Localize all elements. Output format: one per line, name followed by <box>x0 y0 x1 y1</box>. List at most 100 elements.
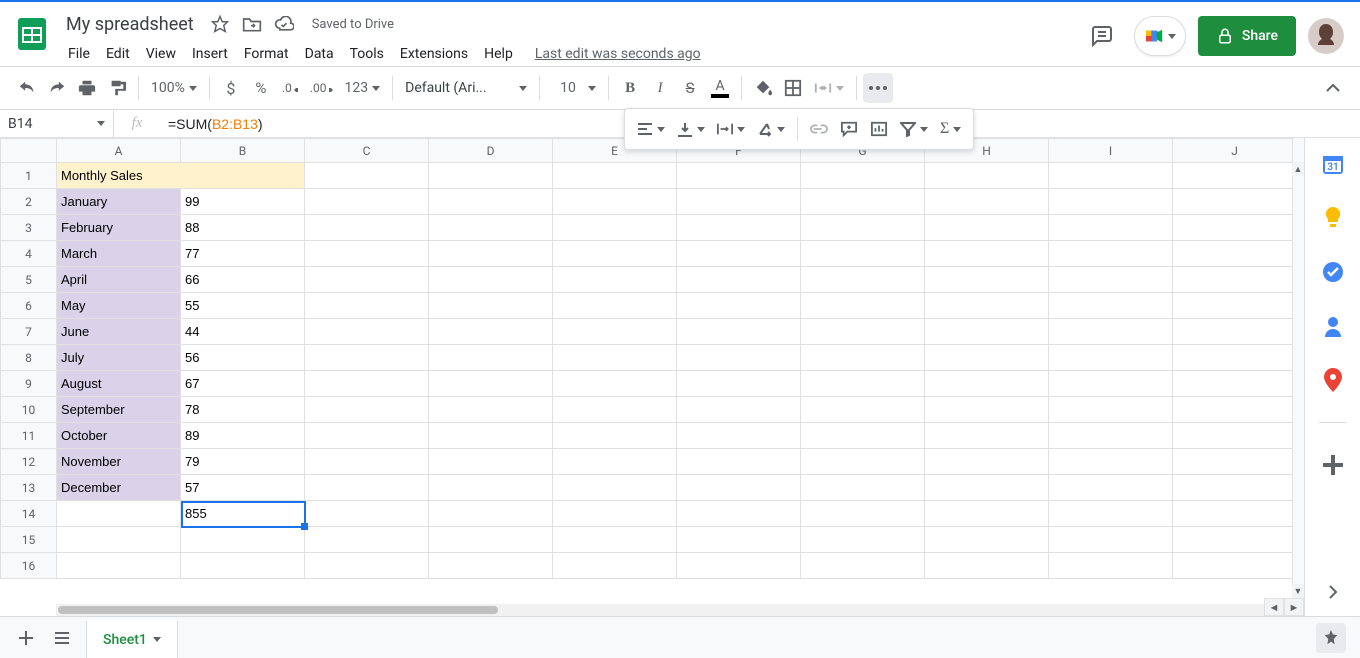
cell[interactable]: 99 <box>181 189 305 215</box>
cell[interactable] <box>925 371 1049 397</box>
comments-button[interactable] <box>1082 16 1122 56</box>
cell[interactable] <box>1049 215 1173 241</box>
cell[interactable] <box>1173 371 1297 397</box>
cell[interactable] <box>305 553 429 579</box>
cell[interactable] <box>305 475 429 501</box>
cell[interactable] <box>1049 475 1173 501</box>
cell[interactable]: March <box>57 241 181 267</box>
cell[interactable] <box>801 475 925 501</box>
cell[interactable] <box>925 345 1049 371</box>
cell[interactable] <box>677 267 801 293</box>
column-header-A[interactable]: A <box>57 139 181 163</box>
cell[interactable] <box>305 449 429 475</box>
cell[interactable] <box>925 163 1049 189</box>
share-button[interactable]: Share <box>1198 16 1296 56</box>
redo-button[interactable] <box>42 73 72 103</box>
row-header[interactable]: 2 <box>1 189 57 215</box>
cell[interactable] <box>305 293 429 319</box>
row-header[interactable]: 16 <box>1 553 57 579</box>
cell[interactable] <box>801 189 925 215</box>
menu-insert[interactable]: Insert <box>184 42 236 66</box>
functions-dropdown[interactable]: Σ <box>934 114 967 144</box>
cell[interactable] <box>925 553 1049 579</box>
cell[interactable] <box>925 267 1049 293</box>
italic-button[interactable]: I <box>645 73 675 103</box>
cell[interactable] <box>801 267 925 293</box>
cell[interactable] <box>429 397 553 423</box>
all-sheets-button[interactable] <box>44 620 80 656</box>
cell[interactable]: April <box>57 267 181 293</box>
star-icon[interactable] <box>210 14 230 34</box>
row-header[interactable]: 8 <box>1 345 57 371</box>
column-header-D[interactable]: D <box>429 139 553 163</box>
cell[interactable]: 78 <box>181 397 305 423</box>
move-icon[interactable] <box>242 14 262 34</box>
menu-data[interactable]: Data <box>297 42 342 66</box>
cell[interactable] <box>429 319 553 345</box>
filter-dropdown[interactable] <box>894 114 934 144</box>
cell[interactable] <box>1173 423 1297 449</box>
cell[interactable] <box>1049 189 1173 215</box>
cell[interactable] <box>429 423 553 449</box>
text-rotation-dropdown[interactable] <box>751 114 791 144</box>
cell[interactable] <box>677 241 801 267</box>
column-header-J[interactable]: J <box>1173 139 1297 163</box>
vertical-scrollbar[interactable] <box>1292 138 1304 598</box>
cell[interactable] <box>429 189 553 215</box>
insert-link-button[interactable] <box>804 114 834 144</box>
cell[interactable]: 88 <box>181 215 305 241</box>
cell[interactable] <box>429 501 553 527</box>
cell[interactable] <box>1173 397 1297 423</box>
cell[interactable] <box>57 553 181 579</box>
currency-button[interactable]: $ <box>216 73 246 103</box>
cell[interactable] <box>429 371 553 397</box>
cell[interactable]: 44 <box>181 319 305 345</box>
cell[interactable] <box>1173 527 1297 553</box>
cell[interactable] <box>1049 449 1173 475</box>
cell[interactable] <box>1173 319 1297 345</box>
cell[interactable] <box>801 293 925 319</box>
column-header-B[interactable]: B <box>181 139 305 163</box>
cell[interactable] <box>305 267 429 293</box>
merge-dropdown[interactable] <box>808 73 850 103</box>
row-header[interactable]: 6 <box>1 293 57 319</box>
menu-file[interactable]: File <box>60 42 98 66</box>
vscroll-down-button[interactable]: ▼ <box>1292 584 1304 598</box>
cell[interactable]: 89 <box>181 423 305 449</box>
cell[interactable] <box>1173 267 1297 293</box>
row-header[interactable]: 7 <box>1 319 57 345</box>
insert-chart-button[interactable] <box>864 114 894 144</box>
cell[interactable] <box>925 215 1049 241</box>
cell[interactable] <box>429 293 553 319</box>
cell[interactable] <box>1049 241 1173 267</box>
cell[interactable] <box>925 501 1049 527</box>
cell[interactable] <box>677 527 801 553</box>
insert-comment-button[interactable] <box>834 114 864 144</box>
cell[interactable] <box>181 553 305 579</box>
cell[interactable] <box>677 293 801 319</box>
cell[interactable] <box>677 397 801 423</box>
cell[interactable] <box>1173 553 1297 579</box>
borders-button[interactable] <box>778 73 808 103</box>
cloud-saved-icon[interactable] <box>274 14 294 34</box>
percent-button[interactable]: % <box>246 73 276 103</box>
cell[interactable] <box>1049 319 1173 345</box>
cell[interactable] <box>429 449 553 475</box>
menu-tools[interactable]: Tools <box>342 42 392 66</box>
cell[interactable] <box>553 371 677 397</box>
paint-format-button[interactable] <box>102 73 132 103</box>
cell[interactable] <box>925 423 1049 449</box>
cell[interactable] <box>305 215 429 241</box>
last-edit-link[interactable]: Last edit was seconds ago <box>535 46 701 62</box>
fill-handle[interactable] <box>301 523 308 530</box>
calendar-addon[interactable]: 31 <box>1321 152 1345 176</box>
user-avatar[interactable] <box>1308 18 1344 54</box>
cell[interactable] <box>925 241 1049 267</box>
text-color-button[interactable]: A <box>705 73 735 103</box>
cell[interactable] <box>925 319 1049 345</box>
cell[interactable] <box>553 163 677 189</box>
document-title[interactable]: My spreadsheet <box>60 12 200 37</box>
cell[interactable] <box>677 319 801 345</box>
bold-button[interactable]: B <box>615 73 645 103</box>
cell[interactable] <box>1173 241 1297 267</box>
